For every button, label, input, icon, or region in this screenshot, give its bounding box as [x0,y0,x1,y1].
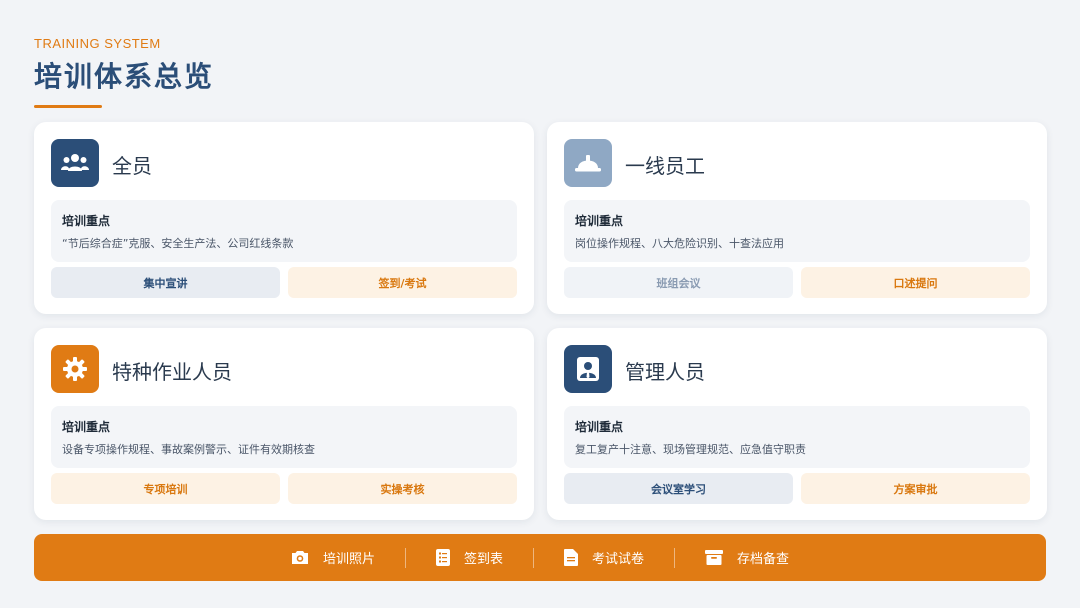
method-button[interactable]: 专项培训 [51,473,280,504]
focus-text: 设备专项操作规程、事故案例警示、证件有效期核查 [62,443,315,456]
footer-item-exam-papers[interactable]: 考试试卷 [534,548,674,567]
card-title: 特种作业人员 [112,360,232,384]
footer-item-label: 考试试卷 [592,552,645,567]
method-button[interactable]: 班组会议 [564,267,793,298]
focus-label: 培训重点 [575,214,624,228]
focus-label: 培训重点 [62,420,111,434]
method-button[interactable]: 集中宣讲 [51,267,280,298]
card-title: 一线员工 [625,154,705,178]
focus-label: 培训重点 [575,420,624,434]
page-title: 培训体系总览 [34,60,215,93]
assessment-button[interactable]: 签到/考试 [288,267,517,298]
card-title: 全员 [112,154,152,178]
hard-hat-icon [564,139,612,187]
gear-icon [51,345,99,393]
training-focus-box: 培训重点 设备专项操作规程、事故案例警示、证件有效期核查 [51,406,517,468]
footer-item-label: 培训照片 [322,552,375,567]
page-header: TRAINING SYSTEM 培训体系总览 [34,36,214,108]
records-footer-bar: 培训照片 签到表 考试试卷 存档备查 [34,534,1046,581]
footer-item-photos[interactable]: 培训照片 [261,548,405,567]
focus-text: “节后综合症”克服、安全生产法、公司红线条款 [62,237,294,250]
card-special-operators: 特种作业人员 培训重点 设备专项操作规程、事故案例警示、证件有效期核查 专项培训… [34,328,534,520]
training-focus-box: 培训重点 “节后综合症”克服、安全生产法、公司红线条款 [51,200,517,262]
manager-icon [564,345,612,393]
card-frontline-staff: 一线员工 培训重点 岗位操作规程、八大危险识别、十查法应用 班组会议 口述提问 [547,122,1047,314]
camera-icon [291,551,308,564]
footer-item-label: 存档备查 [737,552,790,567]
focus-text: 岗位操作规程、八大危险识别、十查法应用 [575,237,784,250]
assessment-button[interactable]: 实操考核 [288,473,517,504]
training-focus-box: 培训重点 复工复产十注意、现场管理规范、应急值守职责 [564,406,1030,468]
document-icon [564,549,578,566]
group-icon [51,139,99,187]
card-all-staff: 全员 培训重点 “节后综合症”克服、安全生产法、公司红线条款 集中宣讲 签到/考… [34,122,534,314]
eyebrow-text: TRAINING SYSTEM [34,36,161,51]
method-button[interactable]: 会议室学习 [564,473,793,504]
card-title: 管理人员 [625,360,705,384]
footer-item-signin[interactable]: 签到表 [406,548,533,567]
checklist-icon [435,549,450,566]
focus-label: 培训重点 [62,214,111,228]
archive-icon [705,550,724,565]
footer-item-archive[interactable]: 存档备查 [675,548,819,567]
title-underline [34,105,102,108]
assessment-button[interactable]: 口述提问 [801,267,1030,298]
focus-text: 复工复产十注意、现场管理规范、应急值守职责 [575,443,806,456]
footer-item-label: 签到表 [463,552,503,567]
card-managers: 管理人员 培训重点 复工复产十注意、现场管理规范、应急值守职责 会议室学习 方案… [547,328,1047,520]
assessment-button[interactable]: 方案审批 [801,473,1030,504]
training-focus-box: 培训重点 岗位操作规程、八大危险识别、十查法应用 [564,200,1030,262]
